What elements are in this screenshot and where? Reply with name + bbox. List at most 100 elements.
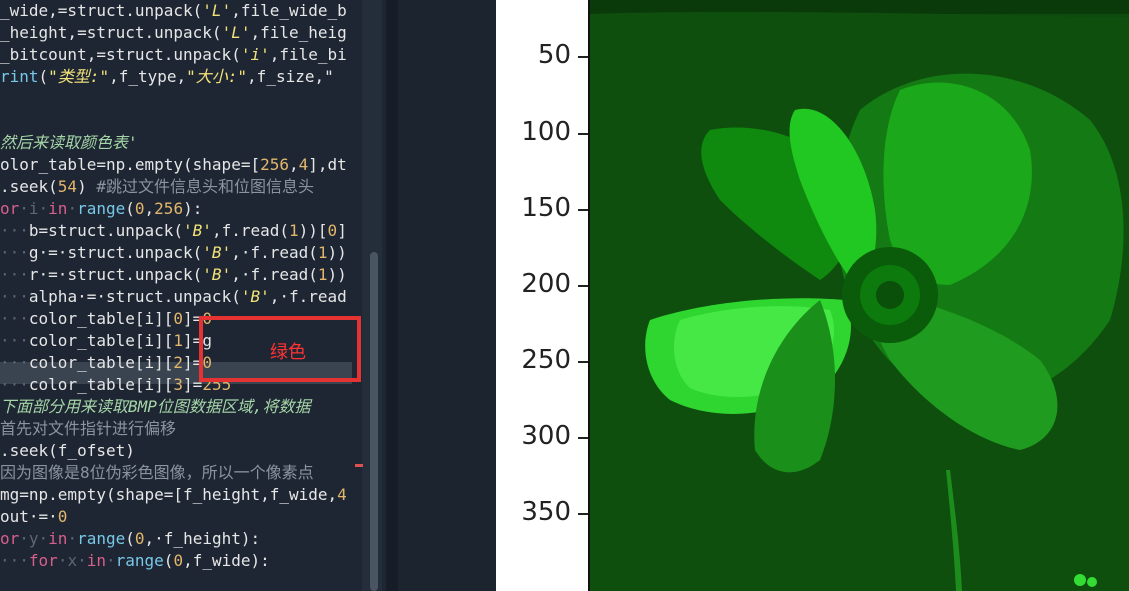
code-line[interactable]: ···r·=·struct.unpack('B',·f.read(1)) (0, 264, 347, 286)
code-token: ): (183, 199, 203, 218)
flower-svg (590, 0, 1129, 591)
code-token: ··· (0, 287, 29, 306)
code-token: ( (125, 529, 135, 548)
code-token: ··· (0, 353, 29, 372)
code-line[interactable]: ···color_table[i][1]=g (0, 330, 212, 352)
code-token: 0 (173, 309, 184, 328)
code-token: 0 (134, 199, 145, 218)
code-token: ··· (0, 375, 29, 394)
code-token: 'B' (240, 287, 270, 306)
code-token: in (48, 529, 68, 548)
code-token: out·=· (0, 507, 58, 526)
code-line[interactable]: _bitcount,=struct.unpack('i',file_bi (0, 44, 347, 66)
code-line[interactable]: out·=·0 (0, 506, 67, 528)
y-tick-label: 100 (521, 117, 571, 147)
code-token: ,f_size," (247, 67, 334, 86)
code-token: ,·f_height): (144, 529, 261, 548)
code-token: ))[ (298, 221, 328, 240)
y-tick-label: 50 (537, 40, 571, 70)
code-token: 256 (260, 155, 289, 174)
code-token: ( (38, 67, 49, 86)
code-token: )) (327, 243, 347, 262)
split-divider[interactable] (386, 0, 398, 591)
code-line[interactable]: .seek(f_ofset) (0, 440, 135, 462)
code-line[interactable]: ···for·x·in·range(0,f_wide): (0, 550, 270, 572)
code-token: _wide,=struct.unpack( (0, 1, 203, 20)
code-token: ,f_type, (109, 67, 187, 86)
error-marker (355, 464, 363, 467)
code-token: ··· (0, 265, 29, 284)
code-token: range (77, 199, 126, 218)
code-line[interactable]: ···color_table[i][2]=0 (0, 352, 212, 374)
code-token: "大小:" (186, 67, 248, 86)
code-token: 4 (298, 155, 309, 174)
code-token: in (48, 199, 68, 218)
code-token: range (115, 551, 164, 570)
code-token: ·x· (57, 551, 87, 570)
code-token: 2 (173, 353, 184, 372)
code-token: color_table[i][ (28, 331, 174, 350)
code-token: rint (0, 67, 39, 86)
code-token: 首先对文件指针进行偏移 (0, 419, 177, 438)
code-line[interactable]: ···b=struct.unpack('B',f.read(1))[0] (0, 220, 347, 242)
code-token: ,f_wide): (183, 551, 270, 570)
code-token: ··· (0, 331, 29, 350)
code-token: ·i· (19, 199, 49, 218)
code-lines[interactable]: _wide,=struct.unpack('L',file_wide_b _hei… (0, 0, 360, 591)
code-line[interactable]: 下面部分用来读取BMP位图数据区域,将数据 (0, 396, 311, 418)
code-line[interactable]: ···alpha·=·struct.unpack('B',·f.read (0, 286, 347, 308)
code-line[interactable]: or·y·in·range(0,·f_height): (0, 528, 260, 550)
y-tick-mark (578, 133, 588, 135)
code-line[interactable]: or·i·in·range(0,256): (0, 198, 202, 220)
code-token: ],dt (308, 155, 347, 174)
code-line[interactable]: olor_table=np.empty(shape=[256,4],dt (0, 154, 347, 176)
code-token: ( (163, 551, 174, 570)
code-token: 54 (57, 177, 78, 196)
secondary-editor-panel (398, 0, 496, 591)
code-token: 'i' (240, 45, 270, 64)
code-token: "类型:" (48, 67, 110, 86)
y-tick-label: 150 (521, 193, 571, 223)
code-token: 1 (289, 221, 299, 240)
code-token: color_table[i][ (28, 309, 174, 328)
code-token: ,·f.read( (231, 265, 318, 284)
code-token: color_table[i][ (28, 353, 174, 372)
y-tick-label: 300 (521, 421, 571, 451)
y-tick-mark (578, 361, 588, 363)
code-token: 256 (154, 199, 184, 218)
code-line[interactable]: _height,=struct.unpack('L',file_heig (0, 22, 347, 44)
code-line[interactable]: 首先对文件指针进行偏移 (0, 418, 176, 440)
code-token: 4 (337, 485, 347, 504)
code-token: for (28, 551, 58, 570)
code-token: ··· (0, 243, 29, 262)
code-token: g·=·struct.unpack( (28, 243, 203, 262)
code-token: 'L' (202, 1, 232, 20)
code-token: .seek(f_ofset) (0, 441, 135, 460)
code-token: 'L' (221, 23, 251, 42)
y-tick-mark (578, 56, 588, 58)
code-line[interactable]: ···g·=·struct.unpack('B',·f.read(1)) (0, 242, 347, 264)
code-line[interactable]: _wide,=struct.unpack('L',file_wide_b (0, 0, 347, 22)
code-token: _bitcount,=struct.unpack( (0, 45, 241, 64)
code-line[interactable]: mg=np.empty(shape=[f_height,f_wide,4 (0, 484, 347, 506)
y-tick-mark (578, 285, 588, 287)
code-token: ,·f.read( (231, 243, 318, 262)
code-line[interactable]: .seek(54) #跳过文件信息头和位图信息头 (0, 176, 314, 198)
code-token: .seek( (0, 177, 58, 196)
code-line[interactable]: 因为图像是8位伪彩色图像，所以一个像素点 (0, 462, 314, 484)
code-line[interactable]: ···color_table[i][3]=255 (0, 374, 231, 396)
code-token: #跳过文件信息头和位图信息头 (96, 177, 314, 196)
y-tick-mark (578, 437, 588, 439)
y-tick-mark (578, 513, 588, 515)
y-tick-label: 200 (521, 269, 571, 299)
code-token: or (0, 529, 20, 548)
y-tick-label: 350 (521, 497, 571, 527)
code-line[interactable]: ···color_table[i][0]=0 (0, 308, 212, 330)
code-token: ··· (0, 551, 29, 570)
code-line[interactable]: rint("类型:",f_type,"大小:",f_size," (0, 66, 334, 88)
editor-scrollbar-thumb[interactable] (370, 252, 378, 591)
code-token: 1 (317, 243, 328, 262)
code-editor[interactable]: _wide,=struct.unpack('L',file_wide_b _hei… (0, 0, 386, 591)
code-line[interactable]: 然后来读取颜色表' (0, 132, 138, 154)
code-token: 0 (134, 529, 145, 548)
